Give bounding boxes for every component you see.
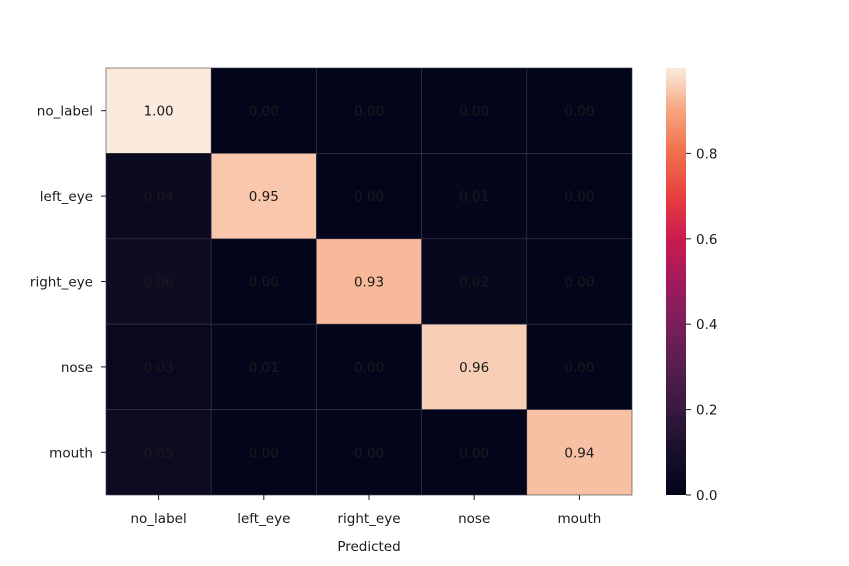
cell-value-label: 0.00	[459, 104, 489, 120]
x-tick-label: mouth	[557, 511, 601, 527]
cell-value-label: 0.00	[354, 445, 384, 461]
cell-value-label: 0.00	[564, 360, 594, 376]
colorbar	[666, 68, 686, 495]
cell-value-label: 0.01	[459, 189, 489, 205]
cell-value-label: 0.02	[459, 275, 489, 291]
colorbar-tick-label: 0.2	[696, 403, 717, 419]
x-tick-label: nose	[458, 511, 490, 527]
colorbar-tick-label: 0.0	[696, 488, 717, 504]
cell-value-label: 0.00	[249, 104, 279, 120]
colorbar-ticks: 0.0 0.2 0.4 0.6 0.8	[686, 146, 717, 504]
cell-value-label: 0.96	[459, 360, 489, 376]
cell-value-label: 0.06	[144, 275, 174, 291]
x-tick-label: left_eye	[237, 511, 290, 527]
x-axis-label: Predicted	[337, 539, 400, 555]
cell-value-label: 0.95	[249, 189, 279, 205]
cell-value-label: 0.01	[249, 360, 279, 376]
colorbar-gradient	[666, 68, 686, 495]
cell-value-label: 0.00	[564, 104, 594, 120]
colorbar-tick-label: 0.4	[696, 317, 717, 333]
y-tick-label: right_eye	[30, 275, 93, 291]
cell-value-label: 0.03	[144, 360, 174, 376]
cell-value-label: 0.00	[459, 445, 489, 461]
colorbar-tick-label: 0.6	[696, 232, 717, 248]
confusion-matrix-chart: 1.00 0.00 0.00 0.00 0.000.04 0.95 0.00 0.01 0.00…	[30, 67, 717, 555]
cell-value-label: 0.94	[564, 445, 594, 461]
cell-value-label: 0.04	[144, 189, 174, 205]
y-axis: no_label left_eye right_eyenose mouth	[30, 104, 106, 461]
cell-value-label: 0.93	[354, 275, 384, 291]
cell-value-label: 0.00	[354, 360, 384, 376]
colorbar-tick-label: 0.8	[696, 146, 717, 162]
cell-value-label: 0.05	[144, 445, 174, 461]
y-tick-label: mouth	[49, 445, 93, 461]
cell-value-label: 0.00	[564, 189, 594, 205]
cell-value-label: 0.00	[564, 275, 594, 291]
y-tick-label: no_label	[37, 104, 93, 120]
cell-value-label: 1.00	[144, 104, 174, 120]
y-tick-label: left_eye	[40, 189, 93, 205]
cell-value-label: 0.00	[249, 275, 279, 291]
cell-value-label: 0.00	[249, 445, 279, 461]
x-axis: no_label left_eye right_eye nose mouth	[130, 495, 601, 527]
x-tick-label: no_label	[130, 511, 186, 527]
cell-value-label: 0.00	[354, 189, 384, 205]
y-tick-label: nose	[61, 360, 93, 376]
x-tick-label: right_eye	[337, 511, 400, 527]
cell-value-label: 0.00	[354, 104, 384, 120]
